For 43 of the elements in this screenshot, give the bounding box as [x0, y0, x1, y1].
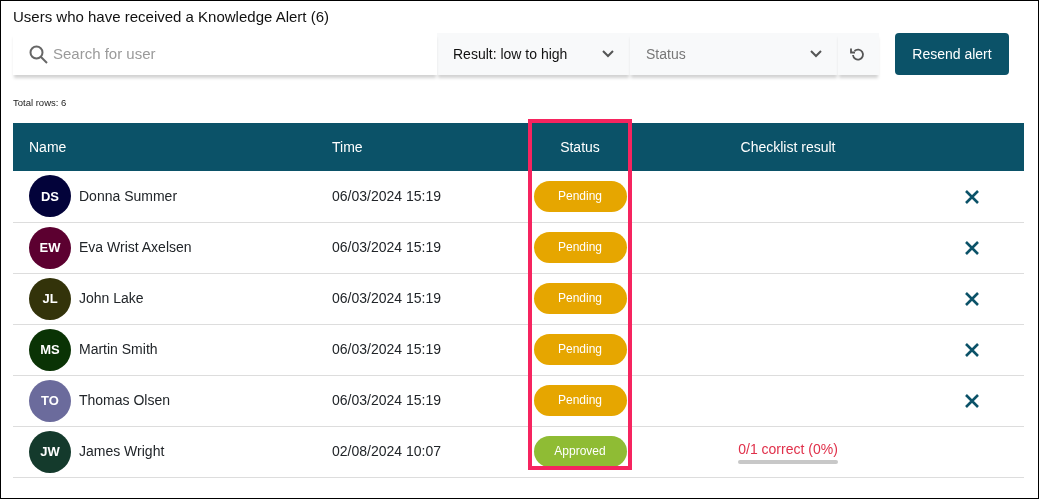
status-badge: Pending: [533, 180, 627, 212]
close-icon[interactable]: [963, 240, 980, 257]
status-badge: Pending: [533, 385, 627, 416]
column-header: Checklist result: [740, 138, 836, 155]
resend-alert-button[interactable]: Resend alert: [895, 33, 1009, 75]
column-header: Time: [332, 138, 363, 155]
column-header: Status: [560, 138, 600, 155]
column-header: Name: [29, 138, 67, 155]
user-name: Martin Smith: [79, 340, 158, 357]
close-icon[interactable]: [963, 189, 980, 206]
user-name: Eva Wrist Axelsen: [79, 238, 192, 255]
close-icon[interactable]: [963, 342, 980, 359]
status-badge: Pending: [533, 283, 627, 314]
search-field[interactable]: Search for user: [13, 33, 437, 75]
avatar: MS: [29, 328, 71, 371]
time-cell: 02/08/2024 10:07: [332, 443, 441, 459]
total-rows-label: Total rows: 6: [13, 96, 68, 110]
chevron-down-icon: [810, 50, 822, 58]
status-badge: Approved: [533, 436, 627, 467]
chevron-down-icon: [602, 50, 614, 58]
status-badge: Pending: [533, 232, 627, 263]
status-dropdown[interactable]: Status: [630, 33, 838, 75]
close-icon[interactable]: [963, 393, 980, 410]
close-icon[interactable]: [963, 291, 980, 308]
time-cell: 06/03/2024 15:19: [332, 187, 441, 204]
checklist-result: 0/1 correct (0%): [738, 440, 838, 459]
user-name: Donna Summer: [79, 187, 178, 204]
user-name: John Lake: [79, 289, 144, 306]
status-badge: Pending: [533, 334, 627, 365]
time-cell: 06/03/2024 15:19: [332, 290, 441, 306]
avatar: EW: [29, 226, 71, 269]
avatar: JL: [29, 277, 71, 320]
time-cell: 06/03/2024 15:19: [332, 341, 441, 357]
user-name: Thomas Olsen: [79, 391, 171, 408]
avatar: TO: [29, 379, 71, 422]
avatar: DS: [29, 175, 71, 218]
page-title: Users who have received a Knowledge Alert (6): [13, 7, 330, 27]
time-cell: 06/03/2024 15:19: [332, 239, 441, 255]
avatar: JW: [29, 430, 71, 473]
reset-icon[interactable]: [850, 46, 865, 62]
user-name: James Wright: [79, 442, 165, 459]
time-cell: 06/03/2024 15:19: [332, 392, 441, 408]
sort-dropdown[interactable]: Result: low to high: [437, 33, 630, 75]
